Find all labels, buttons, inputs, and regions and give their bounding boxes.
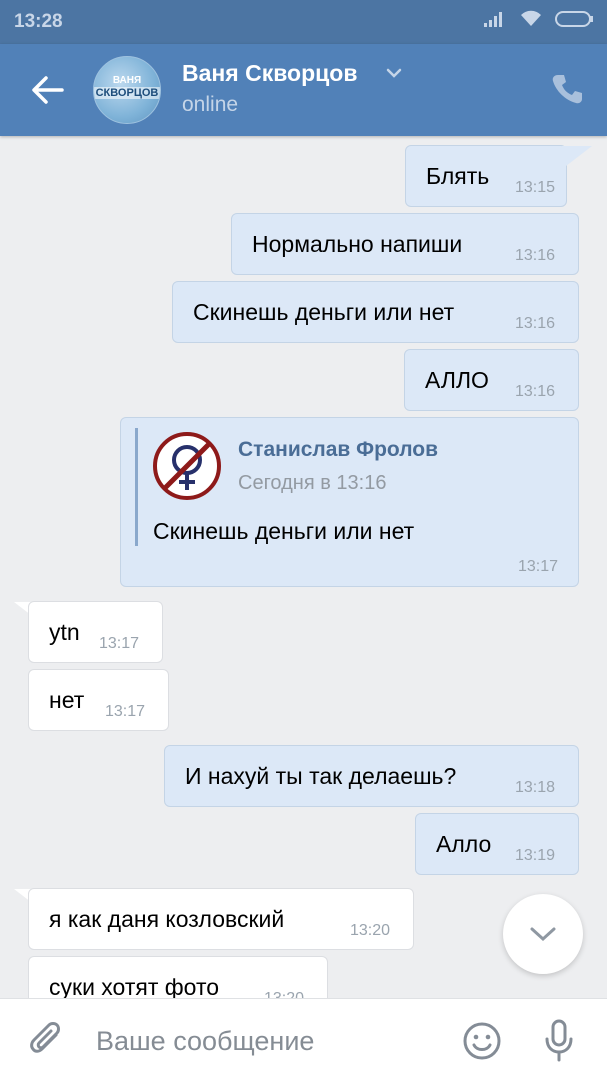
status-bar: 13:28 [0, 0, 607, 44]
message-bubble[interactable]: нет 13:17 [28, 669, 169, 731]
forward-bar [135, 428, 138, 546]
message-time: 13:17 [517, 558, 558, 575]
chat-header: ВАНЯ СКВОРЦОВ Ваня Скворцов online [0, 44, 607, 136]
message-bubble[interactable]: И нахуй ты так делаешь? 13:18 [164, 745, 579, 807]
message-text: Скинешь деньги или нет [193, 299, 455, 325]
bubble-tail [562, 146, 592, 166]
message-composer [0, 998, 607, 1080]
message-time: 13:16 [515, 383, 556, 400]
signal-icon [484, 12, 502, 27]
contact-name[interactable]: Ваня Скворцов [182, 60, 358, 87]
arrow-left-icon[interactable] [28, 72, 68, 108]
message-time: 13:20 [350, 922, 391, 939]
message-bubble[interactable]: ytn 13:17 [28, 601, 163, 663]
avatar[interactable]: ВАНЯ СКВОРЦОВ [93, 56, 161, 124]
microphone-icon[interactable] [543, 1019, 575, 1063]
message-text: Блять [426, 163, 490, 189]
message-bubble[interactable]: Нормально напиши 13:16 [231, 213, 579, 275]
battery-icon [555, 11, 593, 27]
message-bubble[interactable]: я как даня козловский 13:20 [28, 888, 414, 950]
message-text: И нахуй ты так делаешь? [185, 763, 457, 789]
phone-icon[interactable] [551, 72, 583, 106]
message-time: 13:17 [105, 703, 146, 720]
paperclip-icon[interactable] [28, 1021, 66, 1061]
smile-icon[interactable] [462, 1021, 502, 1061]
chevron-down-icon [530, 927, 556, 942]
message-list[interactable]: Блять 13:15 Нормально напиши 13:16 Скине… [0, 136, 607, 998]
message-time: 13:18 [515, 779, 556, 796]
message-time: 13:17 [99, 635, 140, 652]
message-text: Алло [436, 831, 492, 857]
message-bubble[interactable]: Скинешь деньги или нет 13:16 [172, 281, 579, 343]
message-text: я как даня козловский [49, 906, 285, 932]
forward-author-name[interactable]: Станислав Фролов [238, 438, 438, 462]
message-bubble[interactable]: Алло 13:19 [415, 813, 579, 875]
message-time: 13:16 [515, 315, 556, 332]
message-bubble[interactable]: суки хотят фото 13:20 [28, 956, 328, 998]
avatar-text-bottom: СКВОРЦОВ [94, 87, 160, 99]
status-time: 13:28 [14, 11, 63, 32]
status-icons [483, 10, 595, 28]
forward-author-avatar[interactable] [153, 432, 221, 500]
forwarded-message-bubble[interactable]: Станислав Фролов Сегодня в 13:16 Скинешь… [120, 417, 579, 587]
message-text: Нормально напиши [252, 231, 463, 257]
message-time: 13:15 [515, 179, 556, 196]
message-text: нет [49, 687, 85, 713]
message-bubble[interactable]: АЛЛО 13:16 [404, 349, 579, 411]
wifi-icon [521, 10, 541, 26]
avatar-text-top: ВАНЯ [112, 75, 142, 86]
message-text: АЛЛО [425, 367, 489, 393]
chevron-down-icon[interactable] [385, 66, 403, 80]
message-input[interactable] [96, 1019, 436, 1063]
message-time: 13:16 [515, 247, 556, 264]
message-bubble[interactable]: Блять 13:15 [405, 145, 567, 207]
scroll-down-button[interactable] [503, 894, 583, 974]
message-text: ytn [49, 619, 80, 645]
forward-date: Сегодня в 13:16 [238, 472, 387, 494]
message-time: 13:20 [264, 990, 304, 998]
message-text: суки хотят фото [49, 974, 220, 998]
contact-status: online [182, 93, 239, 116]
message-time: 13:19 [515, 847, 556, 864]
forward-text: Скинешь деньги или нет [153, 518, 415, 544]
